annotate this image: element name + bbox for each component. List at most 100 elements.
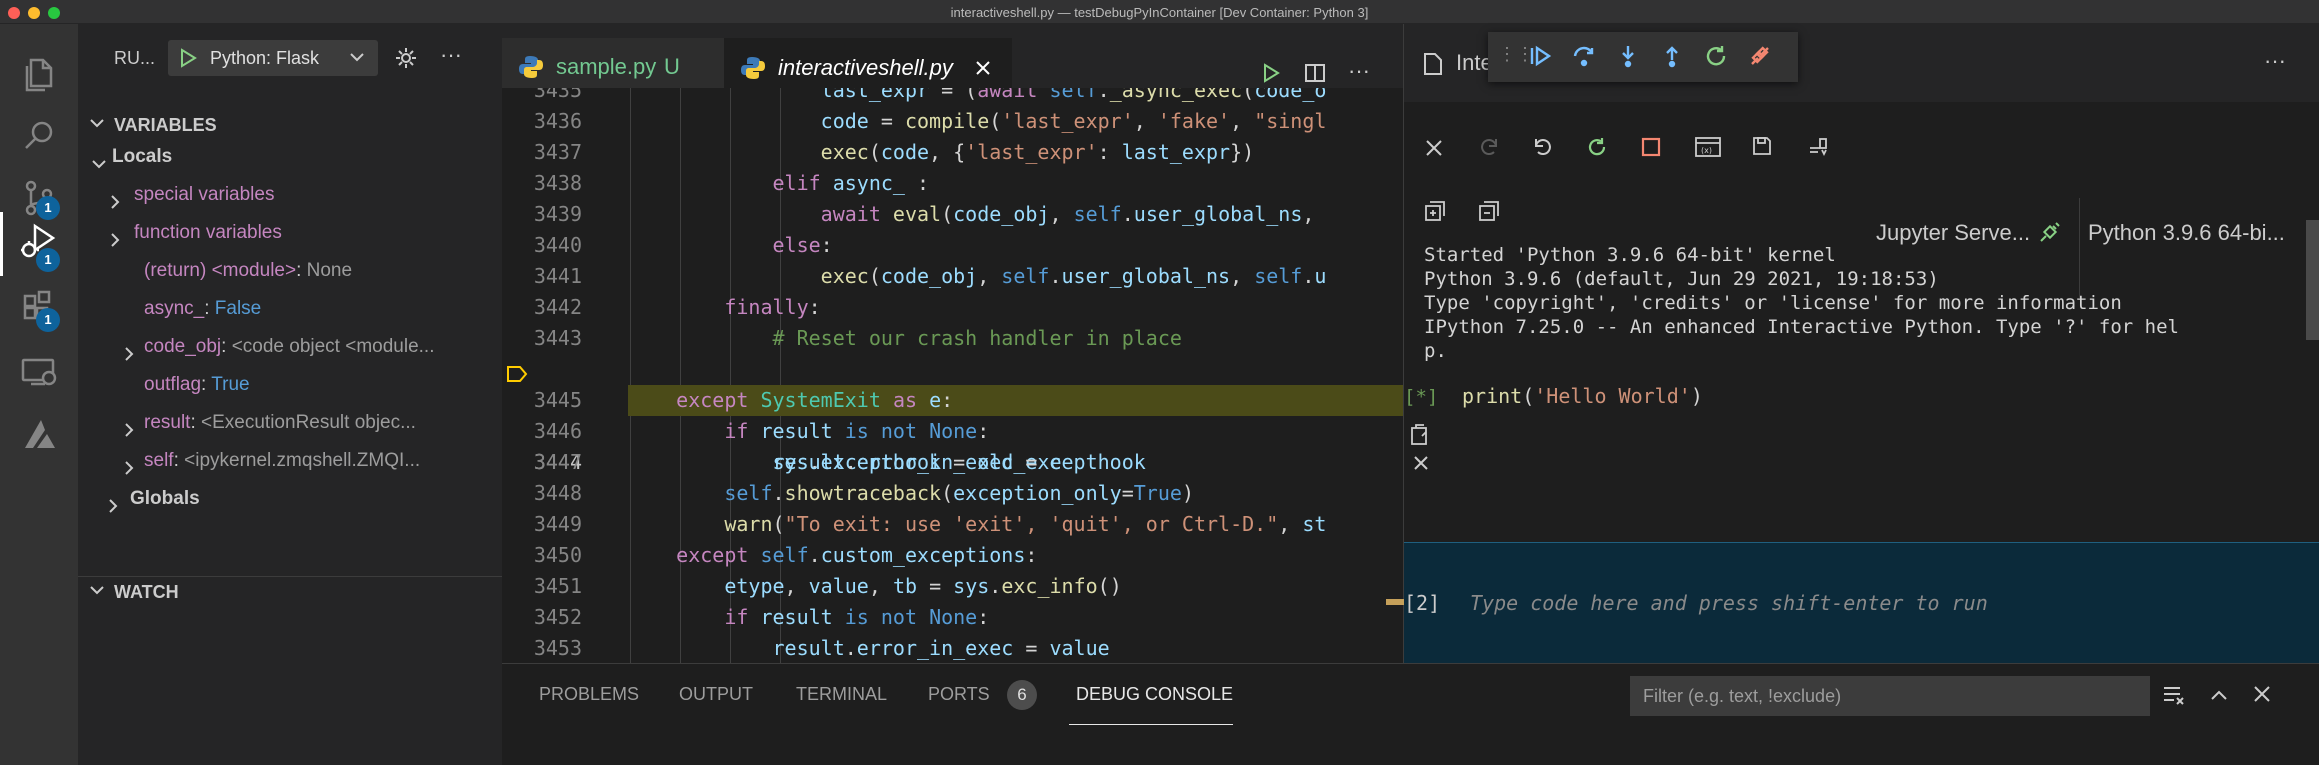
remote-explorer-icon[interactable] (17, 350, 61, 394)
input-cell-prompt: [2] (1404, 591, 1441, 615)
more-actions-icon[interactable]: ··· (1348, 58, 1370, 84)
close-icon[interactable] (1424, 138, 1444, 163)
interrupt-kernel-icon[interactable] (1640, 136, 1662, 163)
code-line: 3436 code = compile('last_expr', 'fake',… (533, 109, 1327, 133)
collapse-all-icon[interactable] (1478, 200, 1500, 227)
azure-icon[interactable] (17, 412, 61, 456)
tab-terminal[interactable]: TERMINAL (796, 684, 887, 705)
locals-scope[interactable]: Locals (78, 138, 502, 176)
undo-icon[interactable] (1532, 136, 1554, 163)
ports-count-badge: 6 (1007, 680, 1037, 710)
run-debug-badge: 1 (36, 248, 60, 272)
split-editor-icon[interactable] (1304, 62, 1326, 89)
variable-name: function variables (134, 222, 282, 243)
plug-icon[interactable] (2038, 222, 2060, 249)
search-icon[interactable] (17, 114, 61, 158)
variables-section-header[interactable]: VARIABLES (78, 110, 502, 140)
cell-execution-prompt: [*] (1404, 386, 1439, 408)
tab-debug-console[interactable]: DEBUG CONSOLE (1076, 684, 1233, 705)
variable-value: <code object <module... (231, 336, 435, 357)
close-icon[interactable] (974, 59, 992, 82)
cell-code[interactable]: print('Hello World') (1462, 384, 1703, 408)
watch-section-header[interactable]: WATCH (78, 576, 502, 606)
clear-console-icon[interactable] (2162, 684, 2186, 711)
expand-all-icon[interactable] (1424, 200, 1446, 227)
code-line: 3453 result.error_in_exec = value (533, 636, 1110, 660)
variable-separator: : (201, 374, 212, 395)
code-line: 3451 etype, value, tb = sys.exc_info() (533, 574, 1122, 598)
explorer-icon[interactable] (17, 52, 61, 96)
globals-scope[interactable]: Globals (78, 480, 502, 518)
delete-cell-icon[interactable] (1412, 454, 1430, 477)
restart-icon[interactable] (1704, 44, 1728, 73)
more-actions-icon[interactable]: ··· (2264, 48, 2286, 74)
jupyter-server-label[interactable]: Jupyter Serve... (1876, 220, 2030, 246)
variable-name: async_ (144, 298, 205, 319)
run-view-title: RU... (114, 48, 156, 68)
extensions-badge: 1 (36, 308, 60, 332)
gear-icon[interactable] (394, 46, 418, 75)
maximize-panel-icon[interactable] (2208, 684, 2230, 711)
run-header: RU... Python: Flask ··· (78, 40, 502, 76)
variable-row[interactable]: async_: False (78, 290, 502, 328)
tab-problems[interactable]: PROBLEMS (539, 684, 639, 705)
variable-separator: : (204, 298, 215, 319)
variable-separator: : (190, 412, 202, 433)
start-debugging-icon[interactable] (178, 48, 198, 73)
code-line: 3452 if result is not None: (533, 605, 990, 629)
code-line: 3441 exec(code_obj, self.user_global_ns,… (533, 264, 1327, 288)
step-into-icon[interactable] (1616, 44, 1640, 73)
tab-ports[interactable]: PORTS (928, 684, 990, 705)
variable-row[interactable]: outflag: True (78, 366, 502, 404)
continue-icon[interactable] (1528, 44, 1552, 73)
code-line: 3437 exec(code, {'last_expr': last_expr}… (533, 140, 1255, 164)
restart-kernel-icon[interactable] (1586, 136, 1608, 163)
variable-name: result (144, 412, 191, 433)
active-tab-indicator (1069, 724, 1233, 725)
kernel-output-line: Type 'copyright', 'credits' or 'license'… (1424, 292, 2122, 314)
interactive-input-cell[interactable]: [2] Type code here and press shift-enter… (1386, 542, 2319, 663)
run-file-icon[interactable] (1260, 62, 1282, 89)
launch-config-dropdown[interactable]: Python: Flask (168, 40, 378, 76)
code-line: 3435 last_expr = (await self._async_exec… (533, 88, 1327, 102)
debug-console-filter-input[interactable] (1630, 676, 2150, 716)
bottom-panel: PROBLEMS OUTPUT TERMINAL PORTS 6 DEBUG C… (502, 663, 2319, 765)
variable-row[interactable]: code_obj: <code object <module... (78, 328, 502, 366)
variable-value: True (211, 374, 250, 395)
variable-value: <ipykernel.zmqshell.ZMQI... (184, 450, 421, 471)
interactive-toolbar: (x) Jupyter Serve... Python 3.9.6 64-bi.… (1404, 102, 2319, 298)
window-title: interactiveshell.py — testDebugPyInConta… (950, 5, 1369, 20)
redo-icon[interactable] (1478, 136, 1500, 163)
step-over-icon[interactable] (1572, 44, 1596, 73)
disconnect-icon[interactable] (1748, 44, 1772, 73)
variable-row[interactable]: self: <ipykernel.zmqshell.ZMQI... (78, 442, 502, 480)
scrollbar-thumb[interactable] (2306, 220, 2319, 340)
variables-title: VARIABLES (114, 115, 217, 135)
variable-row[interactable]: special variables (78, 176, 502, 214)
code-line: 3438 elif async_ : (533, 171, 930, 195)
more-actions-icon[interactable]: ··· (440, 42, 462, 68)
tab-output[interactable]: OUTPUT (679, 684, 753, 705)
code-line: 3445 except SystemExit as e: (533, 388, 954, 412)
variable-row[interactable]: (return) <module>: None (78, 252, 502, 290)
code-line: 3439 await eval(code_obj, self.user_glob… (533, 202, 1315, 226)
variable-row[interactable]: function variables (78, 214, 502, 252)
variables-view-icon[interactable]: (x) (1694, 136, 1722, 163)
export-icon[interactable] (1806, 136, 1828, 163)
current-execution-line: 3444 sys.excepthook = old_excepthook (502, 354, 1403, 474)
variable-name: special variables (134, 184, 275, 205)
save-icon[interactable] (1752, 136, 1772, 161)
kernel-output-line: IPython 7.25.0 -- An enhanced Interactiv… (1424, 316, 2179, 338)
globals-label: Globals (130, 488, 200, 509)
code-editor[interactable]: 3435 last_expr = (await self._async_exec… (502, 88, 1403, 663)
variable-row[interactable]: result: <ExecutionResult objec... (78, 404, 502, 442)
close-panel-icon[interactable] (2252, 684, 2272, 709)
step-out-icon[interactable] (1660, 44, 1684, 73)
input-cell-placeholder: Type code here and press shift-enter to … (1470, 591, 1988, 615)
chevron-right-icon (104, 491, 122, 518)
kernel-name-label[interactable]: Python 3.9.6 64-bi... (2088, 220, 2285, 246)
variable-name: self (144, 450, 174, 471)
goto-code-icon[interactable] (1408, 422, 1432, 451)
interactive-tab-bar: Inte ⋮⋮ ··· (1404, 24, 2319, 102)
kernel-output-line: Python 3.9.6 (default, Jun 29 2021, 19:1… (1424, 268, 1939, 290)
